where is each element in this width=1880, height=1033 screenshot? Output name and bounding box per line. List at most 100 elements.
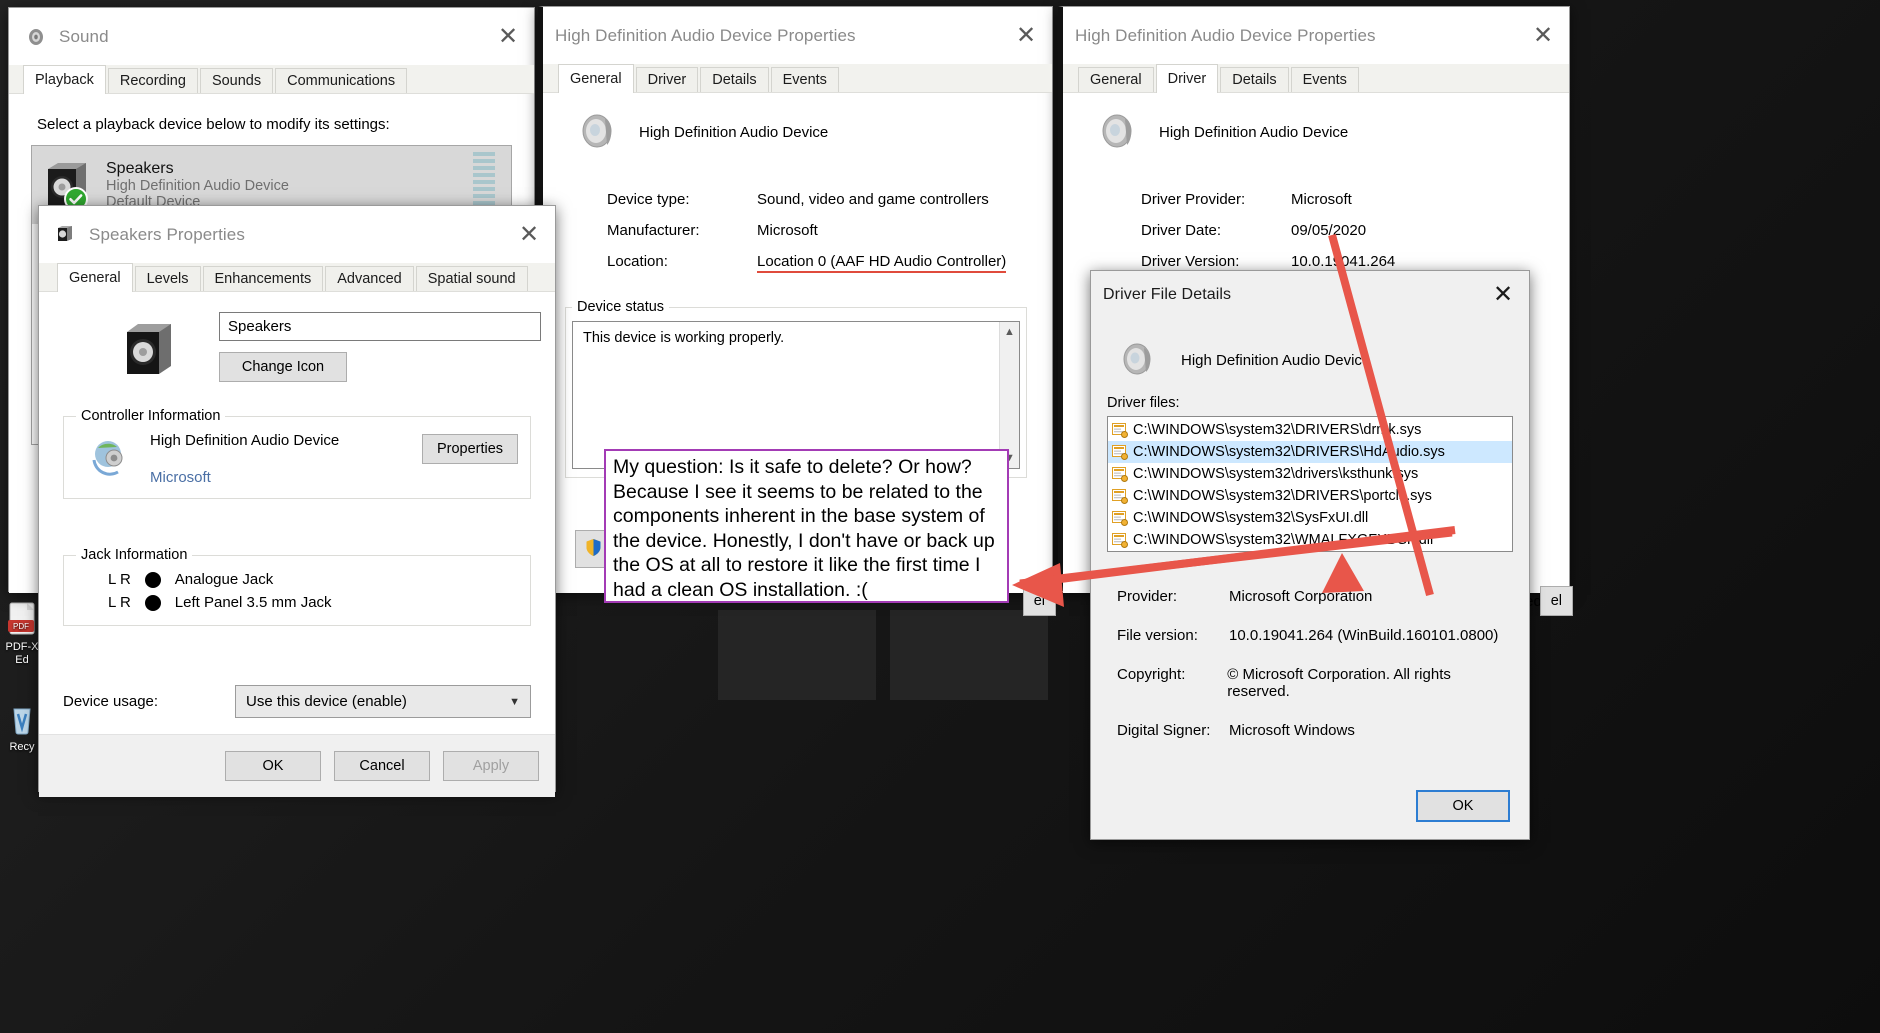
controller-name: High Definition Audio Device: [150, 432, 340, 449]
audio-device-icon: [1117, 339, 1159, 381]
driver-file-details-window[interactable]: Driver File Details ✕ High Definition Au…: [1090, 270, 1530, 840]
hdad-driver-cancel-button[interactable]: el: [1539, 586, 1573, 616]
tab-driver[interactable]: Driver: [1155, 64, 1219, 93]
speakers-properties-tabstrip[interactable]: General Levels Enhancements Advanced Spa…: [39, 263, 555, 292]
close-icon[interactable]: ✕: [1000, 7, 1052, 64]
shield-icon: [585, 538, 602, 560]
device-usage-select[interactable]: Use this device (enable) ▼: [235, 685, 531, 718]
table-row: Digital Signer: Microsoft Windows: [1117, 722, 1513, 739]
controller-information-label: Controller Information: [81, 408, 221, 424]
hdad-driver-title: High Definition Audio Device Properties: [1075, 25, 1376, 45]
hdad-general-tabstrip[interactable]: General Driver Details Events: [543, 64, 1052, 93]
dfd-ok-button[interactable]: OK: [1416, 790, 1510, 822]
table-row: Driver Provider: Microsoft: [1141, 191, 1549, 208]
driver-file-path: C:\WINDOWS\system32\DRIVERS\portcls.sys: [1133, 488, 1432, 504]
table-row: Copyright: © Microsoft Corporation. All …: [1117, 666, 1513, 700]
desktop-icon-label: Recy: [9, 741, 35, 753]
hdad-general-title: High Definition Audio Device Properties: [555, 25, 856, 45]
speaker-device-icon: [42, 159, 94, 211]
tab-events[interactable]: Events: [770, 67, 839, 92]
playback-instruction: Select a playback device below to modify…: [37, 116, 390, 133]
list-item[interactable]: C:\WINDOWS\system32\WMALFXGFXDSP.dll: [1108, 529, 1512, 551]
hdad-general-cancel-button[interactable]: el: [1022, 586, 1056, 616]
tab-enhancements[interactable]: Enhancements: [202, 266, 324, 291]
speakers-properties-window[interactable]: Speakers Properties ✕ General Levels Enh…: [38, 205, 556, 797]
file-version-label: File version:: [1117, 627, 1198, 644]
hdad-general-device-name: High Definition Audio Device: [639, 123, 829, 141]
tab-playback[interactable]: Playback: [23, 65, 106, 94]
change-icon-button[interactable]: Change Icon: [219, 352, 347, 382]
driver-file-icon: [1112, 422, 1129, 438]
speakers-properties-titlebar: Speakers Properties ✕: [39, 206, 555, 263]
close-icon[interactable]: ✕: [482, 8, 534, 65]
tab-advanced[interactable]: Advanced: [325, 266, 414, 291]
tab-communications[interactable]: Communications: [275, 68, 408, 93]
copyright-label: Copyright:: [1117, 666, 1186, 683]
location-value: Location 0 (AAF HD Audio Controller): [757, 253, 1007, 273]
annotation-textbox: My question: Is it safe to delete? Or ho…: [604, 449, 1009, 603]
provider-label: Provider:: [1117, 588, 1178, 605]
tab-levels[interactable]: Levels: [134, 266, 201, 291]
table-row: Driver Date: 09/05/2020: [1141, 222, 1549, 239]
jack-dot-icon: [144, 571, 161, 588]
driver-file-icon: [1112, 444, 1129, 460]
tab-events[interactable]: Events: [1290, 67, 1359, 92]
copyright-value: © Microsoft Corporation. All rights rese…: [1227, 666, 1451, 700]
tab-general[interactable]: General: [57, 263, 133, 292]
tab-recording[interactable]: Recording: [107, 68, 198, 93]
close-icon[interactable]: ✕: [1517, 7, 1569, 64]
speakers-properties-body: Change Icon Controller Information High …: [39, 292, 555, 734]
cancel-button[interactable]: Cancel: [334, 751, 430, 781]
tab-general[interactable]: General: [558, 64, 634, 93]
hdad-driver-device-name: High Definition Audio Device: [1159, 123, 1349, 141]
driver-file-path: C:\WINDOWS\system32\DRIVERS\HdAudio.sys: [1133, 444, 1445, 460]
desktop-panel-1: [718, 610, 876, 700]
jack-label: Left Panel 3.5 mm Jack: [174, 594, 332, 611]
tab-sounds[interactable]: Sounds: [199, 68, 274, 93]
speaker-large-icon: [119, 318, 181, 380]
tab-details[interactable]: Details: [1220, 67, 1289, 92]
list-item[interactable]: C:\WINDOWS\system32\drivers\ksthunk.sys: [1108, 463, 1512, 485]
tab-general[interactable]: General: [1078, 67, 1154, 92]
sound-window-titlebar: Sound ✕: [9, 8, 534, 65]
jack-information-group: Jack Information L R Analogue Jack L R L…: [63, 547, 531, 626]
tab-driver[interactable]: Driver: [635, 67, 699, 92]
audio-device-icon: [1095, 109, 1141, 155]
close-icon[interactable]: ✕: [503, 206, 555, 263]
dfd-digital-signer-label: Digital Signer:: [1117, 722, 1211, 739]
list-item[interactable]: C:\WINDOWS\system32\SysFxUI.dll: [1108, 507, 1512, 529]
manufacturer-value: Microsoft: [757, 222, 818, 239]
driver-file-details-footer: OK: [1091, 773, 1529, 839]
driver-files-list[interactable]: C:\WINDOWS\system32\DRIVERS\drmk.sys C:\…: [1107, 416, 1513, 552]
annotation-text: My question: Is it safe to delete? Or ho…: [613, 456, 995, 601]
chevron-up-icon[interactable]: ▲: [1000, 322, 1019, 342]
list-item[interactable]: C:\WINDOWS\system32\DRIVERS\portcls.sys: [1108, 485, 1512, 507]
dfd-device-name: High Definition Audio Device: [1181, 351, 1371, 369]
controller-icon: [88, 434, 132, 478]
device-name-input[interactable]: [219, 312, 541, 341]
table-row: Driver Version: 10.0.19041.264: [1141, 253, 1549, 270]
scrollbar[interactable]: ▲ ▼: [999, 322, 1019, 468]
recycle-bin-icon: [3, 700, 41, 738]
device-status-text: This device is working properly.: [583, 330, 785, 346]
list-item[interactable]: C:\WINDOWS\system32\DRIVERS\drmk.sys: [1108, 419, 1512, 441]
device-type-label: Device type:: [607, 191, 690, 208]
driver-file-path: C:\WINDOWS\system32\SysFxUI.dll: [1133, 510, 1369, 526]
location-label: Location:: [607, 253, 668, 270]
device-status-box: This device is working properly. ▲ ▼: [572, 321, 1020, 469]
ok-button[interactable]: OK: [225, 751, 321, 781]
list-item[interactable]: C:\WINDOWS\system32\DRIVERS\HdAudio.sys: [1108, 441, 1512, 463]
controller-vendor: Microsoft: [150, 469, 211, 486]
hdad-driver-tabstrip[interactable]: General Driver Details Events: [1063, 64, 1569, 93]
driver-file-details-titlebar: Driver File Details ✕: [1091, 271, 1529, 319]
sound-window-title: Sound: [59, 26, 109, 46]
close-icon[interactable]: ✕: [1477, 271, 1529, 319]
tab-details[interactable]: Details: [700, 67, 769, 92]
tab-spatial-sound[interactable]: Spatial sound: [415, 266, 528, 291]
driver-provider-value: Microsoft: [1291, 191, 1352, 208]
jack-channels: L R: [108, 571, 131, 588]
controller-properties-button[interactable]: Properties: [422, 434, 518, 464]
chevron-down-icon[interactable]: ▼: [509, 696, 520, 708]
sound-window-tabstrip[interactable]: Playback Recording Sounds Communications: [9, 65, 534, 94]
device-type-value: Sound, video and game controllers: [757, 191, 989, 208]
